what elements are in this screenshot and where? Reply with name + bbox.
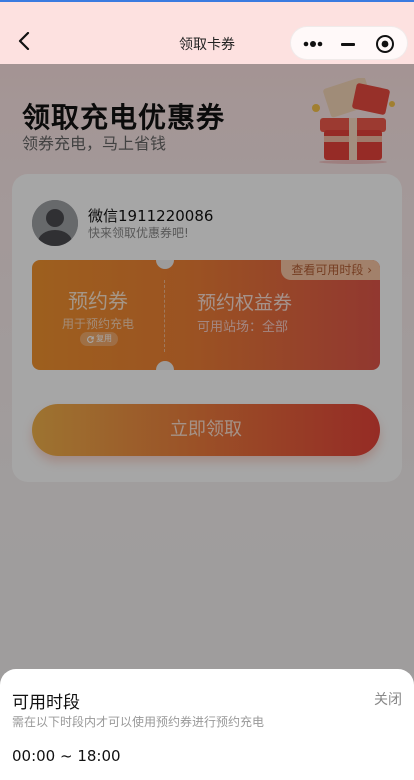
mini-program-capsule bbox=[290, 26, 408, 60]
sheet-description: 需在以下时段内才可以使用预约券进行预约充电 bbox=[12, 715, 265, 729]
nav-bar: 领取卡券 bbox=[0, 0, 414, 64]
sheet-title: 可用时段 bbox=[12, 693, 80, 713]
minimize-icon[interactable] bbox=[341, 43, 355, 46]
time-range: 00:00 ~ 18:00 bbox=[12, 747, 121, 765]
target-circle-icon[interactable] bbox=[375, 34, 395, 54]
page: 领取充电优惠券 领券充电，马上省钱 微信1911220086 快来领取优惠券吧!… bbox=[0, 0, 414, 780]
more-dots-icon[interactable] bbox=[303, 37, 323, 51]
available-periods-sheet: 可用时段 关闭 需在以下时段内才可以使用预约券进行预约充电 00:00 ~ 18… bbox=[0, 669, 414, 780]
sheet-close-button[interactable]: 关闭 bbox=[374, 689, 402, 709]
